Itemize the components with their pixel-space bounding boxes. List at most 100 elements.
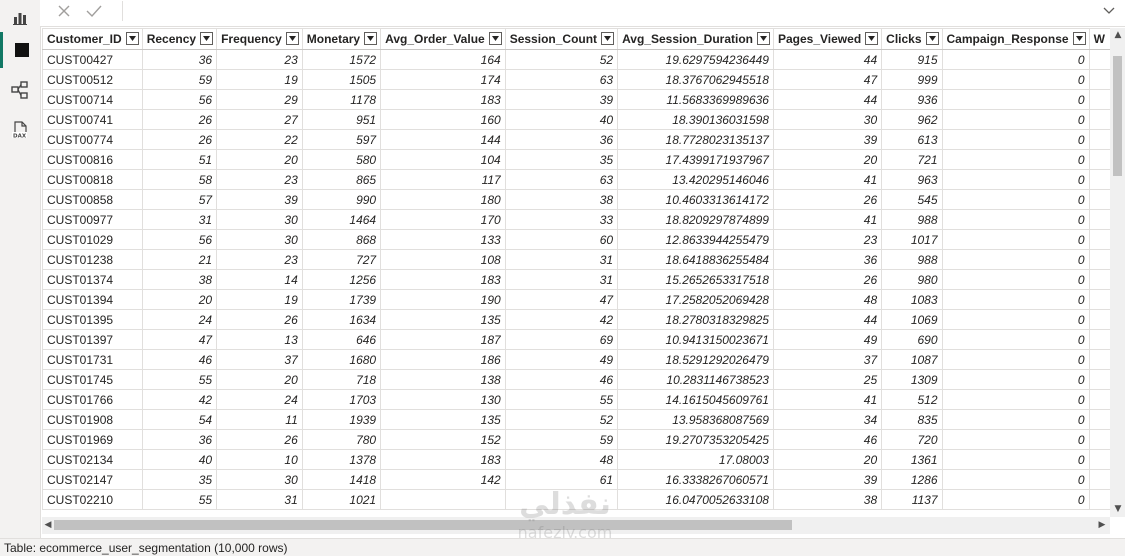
table-row[interactable]: CUST01394 20 19 1739 190 47 17.2582052069428 48… bbox=[42, 289, 1110, 310]
table-cell[interactable]: CUST00818 bbox=[42, 169, 143, 190]
table-cell[interactable] bbox=[504, 489, 619, 510]
table-cell[interactable]: 727 bbox=[301, 249, 382, 270]
table-row[interactable]: CUST00427 36 23 1572 164 52 19.6297594236449 44… bbox=[42, 49, 1110, 70]
column-header[interactable]: Frequency bbox=[216, 28, 303, 50]
table-cell[interactable]: 183 bbox=[380, 269, 506, 290]
table-cell[interactable]: 11.5683369989636 bbox=[617, 89, 774, 110]
table-cell[interactable]: 190 bbox=[380, 289, 506, 310]
table-cell[interactable]: 0 bbox=[941, 49, 1090, 70]
table-cell[interactable]: 69 bbox=[504, 329, 619, 350]
table-row[interactable]: CUST00714 56 29 1178 183 39 11.5683369989636 44… bbox=[42, 89, 1110, 110]
table-cell[interactable]: 18.5291292026479 bbox=[617, 349, 774, 370]
table-cell[interactable]: 835 bbox=[881, 409, 943, 430]
table-cell[interactable]: 17.08003 bbox=[617, 449, 774, 470]
table-cell[interactable]: 0 bbox=[941, 129, 1090, 150]
table-cell[interactable]: 10.9413150023671 bbox=[617, 329, 774, 350]
table-cell[interactable]: 30 bbox=[772, 109, 883, 130]
table-cell[interactable]: 963 bbox=[881, 169, 943, 190]
table-cell[interactable]: 34 bbox=[772, 409, 883, 430]
table-cell[interactable] bbox=[1088, 89, 1110, 110]
table-cell[interactable]: 1137 bbox=[881, 489, 943, 510]
table-cell[interactable]: 39 bbox=[504, 89, 619, 110]
column-header[interactable]: Campaign_Response bbox=[941, 28, 1090, 50]
table-cell[interactable]: 580 bbox=[301, 149, 382, 170]
table-cell[interactable] bbox=[1088, 229, 1110, 250]
table-cell[interactable] bbox=[1088, 329, 1110, 350]
vertical-scrollbar[interactable]: ▲ ▼ bbox=[1110, 28, 1125, 517]
table-cell[interactable]: 11 bbox=[216, 409, 303, 430]
table-cell[interactable]: 49 bbox=[772, 329, 883, 350]
table-cell[interactable] bbox=[1088, 309, 1110, 330]
table-cell[interactable]: 18.8209297874899 bbox=[617, 209, 774, 230]
table-row[interactable]: CUST01238 21 23 727 108 31 18.6418836255484 36 9… bbox=[42, 249, 1110, 270]
table-cell[interactable]: 26 bbox=[216, 429, 303, 450]
table-cell[interactable]: 512 bbox=[881, 389, 943, 410]
table-cell[interactable]: CUST01731 bbox=[42, 349, 143, 370]
table-cell[interactable]: 0 bbox=[941, 429, 1090, 450]
table-cell[interactable]: 1378 bbox=[301, 449, 382, 470]
table-cell[interactable]: 130 bbox=[380, 389, 506, 410]
table-cell[interactable]: 1083 bbox=[881, 289, 943, 310]
table-cell[interactable] bbox=[1088, 369, 1110, 390]
table-cell[interactable]: 0 bbox=[941, 229, 1090, 250]
table-cell[interactable]: CUST00512 bbox=[42, 69, 143, 90]
table-cell[interactable]: 22 bbox=[216, 129, 303, 150]
table-cell[interactable]: CUST01238 bbox=[42, 249, 143, 270]
table-cell[interactable]: 721 bbox=[881, 149, 943, 170]
table-cell[interactable]: 19 bbox=[216, 69, 303, 90]
table-cell[interactable]: 18.390136031598 bbox=[617, 109, 774, 130]
table-cell[interactable]: 19.6297594236449 bbox=[617, 49, 774, 70]
table-cell[interactable]: 18.7728023135137 bbox=[617, 129, 774, 150]
table-cell[interactable]: CUST01745 bbox=[42, 369, 143, 390]
table-cell[interactable]: 164 bbox=[380, 49, 506, 70]
table-cell[interactable]: 46 bbox=[504, 369, 619, 390]
column-header[interactable]: Clicks bbox=[881, 28, 943, 50]
table-cell[interactable]: 951 bbox=[301, 109, 382, 130]
table-cell[interactable]: 138 bbox=[380, 369, 506, 390]
table-cell[interactable]: 187 bbox=[380, 329, 506, 350]
table-cell[interactable]: 0 bbox=[941, 169, 1090, 190]
table-cell[interactable]: 135 bbox=[380, 309, 506, 330]
scroll-down-icon[interactable]: ▼ bbox=[1112, 504, 1124, 514]
table-cell[interactable]: 30 bbox=[216, 229, 303, 250]
table-cell[interactable]: 41 bbox=[772, 209, 883, 230]
table-cell[interactable] bbox=[1088, 69, 1110, 90]
table-cell[interactable]: CUST00858 bbox=[42, 189, 143, 210]
table-cell[interactable]: 24 bbox=[141, 309, 218, 330]
table-cell[interactable]: 16.3338267060571 bbox=[617, 469, 774, 490]
table-row[interactable]: CUST00774 26 22 597 144 36 18.7728023135137 39 6… bbox=[42, 129, 1110, 150]
table-row[interactable]: CUST00816 51 20 580 104 35 17.4399171937967 20 7… bbox=[42, 149, 1110, 170]
table-cell[interactable]: 720 bbox=[881, 429, 943, 450]
table-cell[interactable]: 18.6418836255484 bbox=[617, 249, 774, 270]
table-cell[interactable]: 26 bbox=[772, 269, 883, 290]
table-cell[interactable]: 35 bbox=[141, 469, 218, 490]
table-cell[interactable]: 49 bbox=[504, 349, 619, 370]
vertical-scroll-thumb[interactable] bbox=[1113, 56, 1122, 176]
table-cell[interactable]: 0 bbox=[941, 69, 1090, 90]
table-cell[interactable]: 13.958368087569 bbox=[617, 409, 774, 430]
table-cell[interactable]: 0 bbox=[941, 309, 1090, 330]
table-cell[interactable]: CUST01908 bbox=[42, 409, 143, 430]
report-view-button[interactable] bbox=[0, 0, 40, 36]
table-cell[interactable]: 646 bbox=[301, 329, 382, 350]
table-cell[interactable]: 51 bbox=[141, 149, 218, 170]
table-cell[interactable]: CUST00741 bbox=[42, 109, 143, 130]
table-cell[interactable]: 30 bbox=[216, 469, 303, 490]
table-cell[interactable]: 1361 bbox=[881, 449, 943, 470]
table-cell[interactable]: 41 bbox=[772, 389, 883, 410]
table-cell[interactable]: 12.8633944255479 bbox=[617, 229, 774, 250]
table-cell[interactable] bbox=[1088, 349, 1110, 370]
table-cell[interactable]: 690 bbox=[881, 329, 943, 350]
scroll-up-icon[interactable]: ▲ bbox=[1112, 30, 1124, 40]
table-cell[interactable]: 0 bbox=[941, 369, 1090, 390]
table-cell[interactable]: 988 bbox=[881, 209, 943, 230]
filter-dropdown-icon[interactable] bbox=[125, 32, 139, 45]
table-cell[interactable]: 21 bbox=[141, 249, 218, 270]
table-cell[interactable]: 1021 bbox=[301, 489, 382, 510]
table-cell[interactable] bbox=[1088, 289, 1110, 310]
table-row[interactable]: CUST01395 24 26 1634 135 42 18.2780318329825 44… bbox=[42, 309, 1110, 330]
table-cell[interactable]: 0 bbox=[941, 389, 1090, 410]
table-cell[interactable]: CUST00427 bbox=[42, 49, 143, 70]
dax-query-view-button[interactable]: DAX bbox=[0, 112, 40, 148]
table-cell[interactable]: 46 bbox=[141, 349, 218, 370]
